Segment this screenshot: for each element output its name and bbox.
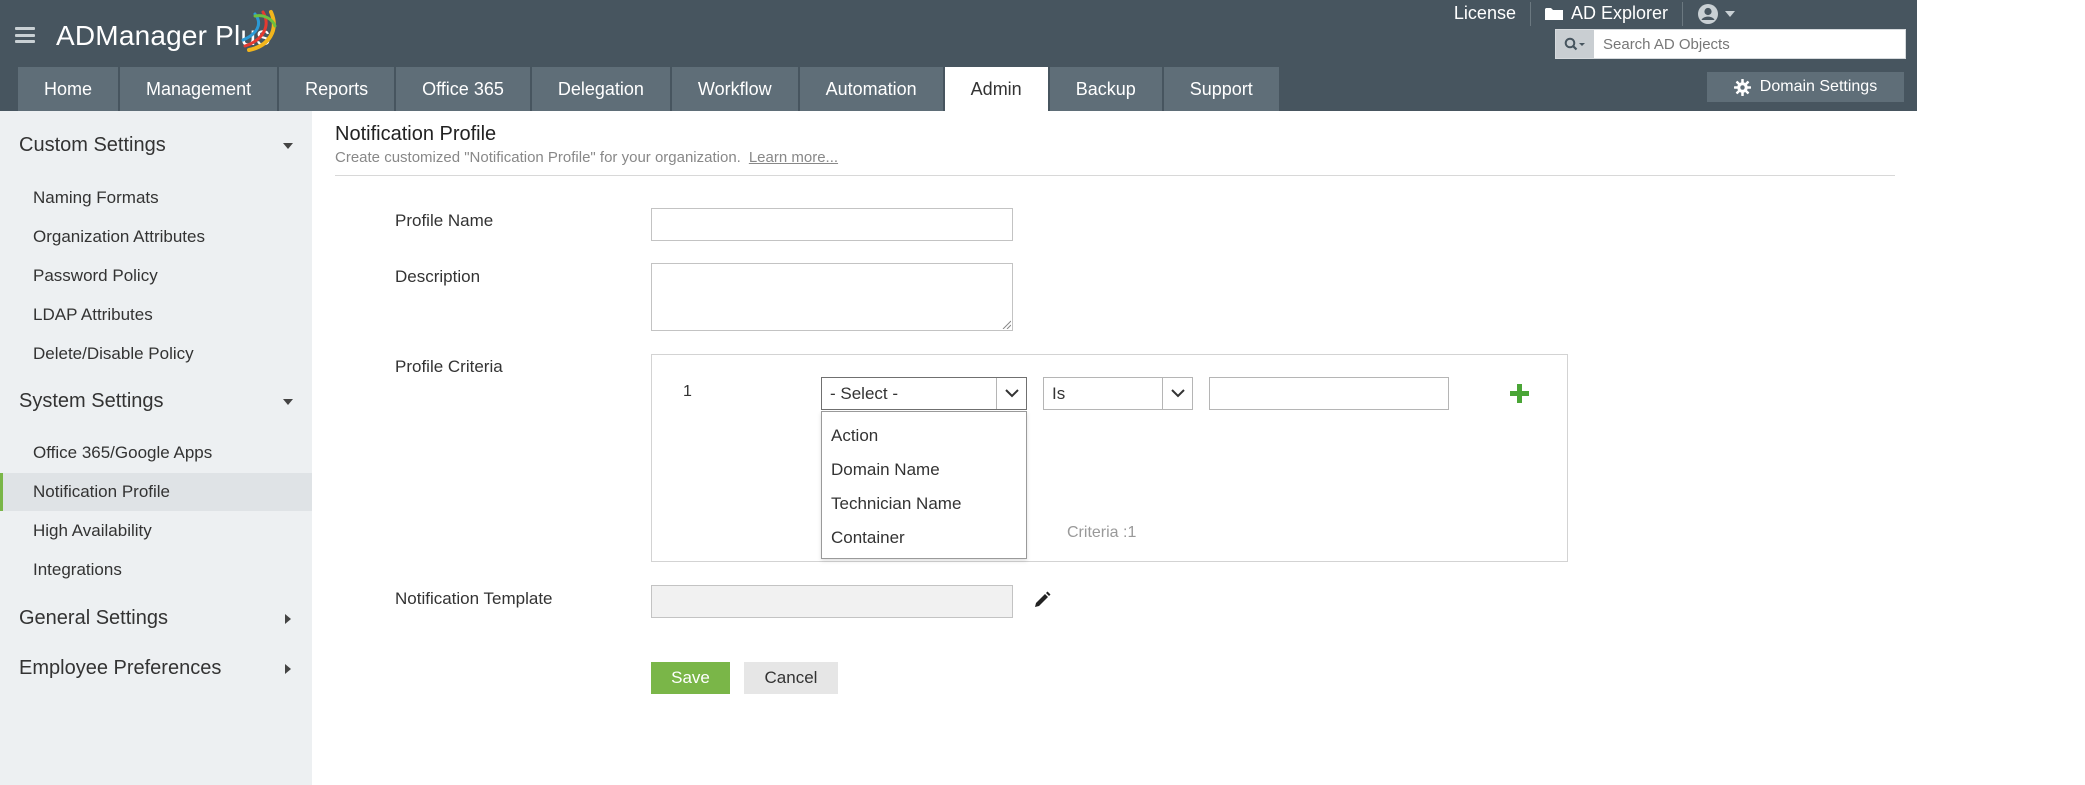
sidebar-section-general-settings[interactable]: General Settings (19, 607, 294, 630)
tab-backup[interactable]: Backup (1049, 67, 1162, 111)
main-content: Notification Profile Create customized "… (312, 111, 1917, 785)
dropdown-option-container[interactable]: Container (822, 521, 1026, 555)
resize-grip-icon[interactable] (1001, 319, 1011, 329)
search-input[interactable] (1594, 30, 1905, 58)
section-title: System Settings (19, 390, 164, 412)
caret-down-icon (283, 142, 293, 149)
description-textarea[interactable] (651, 263, 1013, 331)
top-header: ADManager Plus License AD Explorer Searc… (0, 0, 1917, 111)
tab-support[interactable]: Support (1163, 67, 1279, 111)
notification-template-label: Notification Template (395, 589, 553, 608)
admin-sidebar: Custom Settings Naming Formats Organizat… (0, 111, 312, 785)
page-title: Notification Profile (335, 123, 497, 145)
domain-settings-button[interactable]: Domain Settings (1707, 72, 1904, 102)
ad-search-box (1555, 29, 1906, 59)
tab-reports[interactable]: Reports (279, 67, 395, 111)
sidebar-section-custom-settings[interactable]: Custom Settings (19, 134, 294, 157)
license-link[interactable]: License (1440, 1, 1531, 26)
dropdown-option-technician-name[interactable]: Technician Name (822, 487, 1026, 521)
page-subtitle: Create customized "Notification Profile"… (335, 149, 838, 166)
user-avatar-icon (1698, 3, 1718, 24)
chevron-down-icon (996, 378, 1026, 409)
tab-home[interactable]: Home (18, 67, 119, 111)
title-divider (335, 175, 1895, 176)
sidebar-item-notification-profile[interactable]: Notification Profile (0, 473, 312, 511)
operator-select-value: Is (1052, 383, 1066, 403)
top-links: License AD Explorer (1440, 0, 1749, 27)
gear-icon (1733, 78, 1751, 96)
sidebar-section-system-settings[interactable]: System Settings (19, 390, 294, 413)
tab-automation[interactable]: Automation (799, 67, 943, 111)
chevron-down-icon (1725, 10, 1735, 17)
caret-right-icon (285, 663, 291, 674)
hamburger-menu-icon[interactable] (15, 27, 35, 43)
profile-criteria-label: Profile Criteria (395, 357, 503, 376)
edit-pencil-icon[interactable] (1033, 591, 1051, 609)
chevron-down-icon (1162, 378, 1192, 409)
criteria-box: 1 - Select - Is Criteria :1 (651, 354, 1568, 562)
page-subtitle-text: Create customized "Notification Profile"… (335, 149, 741, 166)
sidebar-item-office-365-google-apps[interactable]: Office 365/Google Apps (0, 434, 312, 472)
tab-delegation[interactable]: Delegation (531, 67, 670, 111)
sidebar-item-integrations[interactable]: Integrations (0, 551, 312, 589)
notification-template-input (651, 585, 1013, 618)
section-title: General Settings (19, 607, 168, 629)
folder-icon (1544, 7, 1563, 20)
main-tabs: Home Management Reports Office 365 Deleg… (18, 67, 1281, 111)
section-title: Employee Preferences (19, 657, 222, 679)
criteria-value-input[interactable] (1209, 377, 1449, 410)
sidebar-item-organization-attributes[interactable]: Organization Attributes (0, 218, 312, 256)
learn-more-link[interactable]: Learn more... (749, 149, 838, 166)
attribute-select-value: - Select - (830, 383, 899, 403)
save-button[interactable]: Save (651, 662, 730, 694)
cancel-button[interactable]: Cancel (744, 662, 838, 694)
tab-office-365[interactable]: Office 365 (396, 67, 530, 111)
description-label: Description (395, 267, 481, 286)
domain-settings-label: Domain Settings (1759, 78, 1878, 95)
search-icon[interactable] (1556, 30, 1594, 58)
sidebar-item-high-availability[interactable]: High Availability (0, 512, 312, 550)
logo-swoosh-icon (241, 10, 277, 52)
dropdown-option-action[interactable]: Action (822, 419, 1026, 453)
tab-admin[interactable]: Admin (944, 67, 1048, 111)
sidebar-item-delete-disable-policy[interactable]: Delete/Disable Policy (0, 335, 312, 373)
profile-name-label: Profile Name (395, 211, 494, 230)
section-title: Custom Settings (19, 134, 166, 156)
criteria-row-number: 1 (683, 383, 692, 400)
ad-explorer-link[interactable]: AD Explorer (1531, 1, 1683, 26)
ad-explorer-label: AD Explorer (1570, 3, 1668, 23)
add-criteria-plus-icon[interactable] (1510, 384, 1529, 403)
criteria-count: Criteria :1 (1067, 524, 1137, 541)
criteria-operator-select[interactable]: Is (1043, 377, 1193, 410)
caret-right-icon (285, 613, 291, 624)
attribute-dropdown-list: Action Domain Name Technician Name Conta… (821, 411, 1027, 559)
tab-management[interactable]: Management (120, 67, 278, 111)
sidebar-item-ldap-attributes[interactable]: LDAP Attributes (0, 296, 312, 334)
user-menu[interactable] (1683, 2, 1749, 26)
license-label: License (1453, 3, 1516, 23)
tab-workflow[interactable]: Workflow (671, 67, 798, 111)
sidebar-item-password-policy[interactable]: Password Policy (0, 257, 312, 295)
profile-name-input[interactable] (651, 208, 1013, 241)
dropdown-option-domain-name[interactable]: Domain Name (822, 453, 1026, 487)
sidebar-item-naming-formats[interactable]: Naming Formats (0, 179, 312, 217)
sidebar-section-employee-preferences[interactable]: Employee Preferences (19, 657, 294, 680)
criteria-attribute-select[interactable]: - Select - (821, 377, 1027, 410)
caret-down-icon (283, 398, 293, 405)
